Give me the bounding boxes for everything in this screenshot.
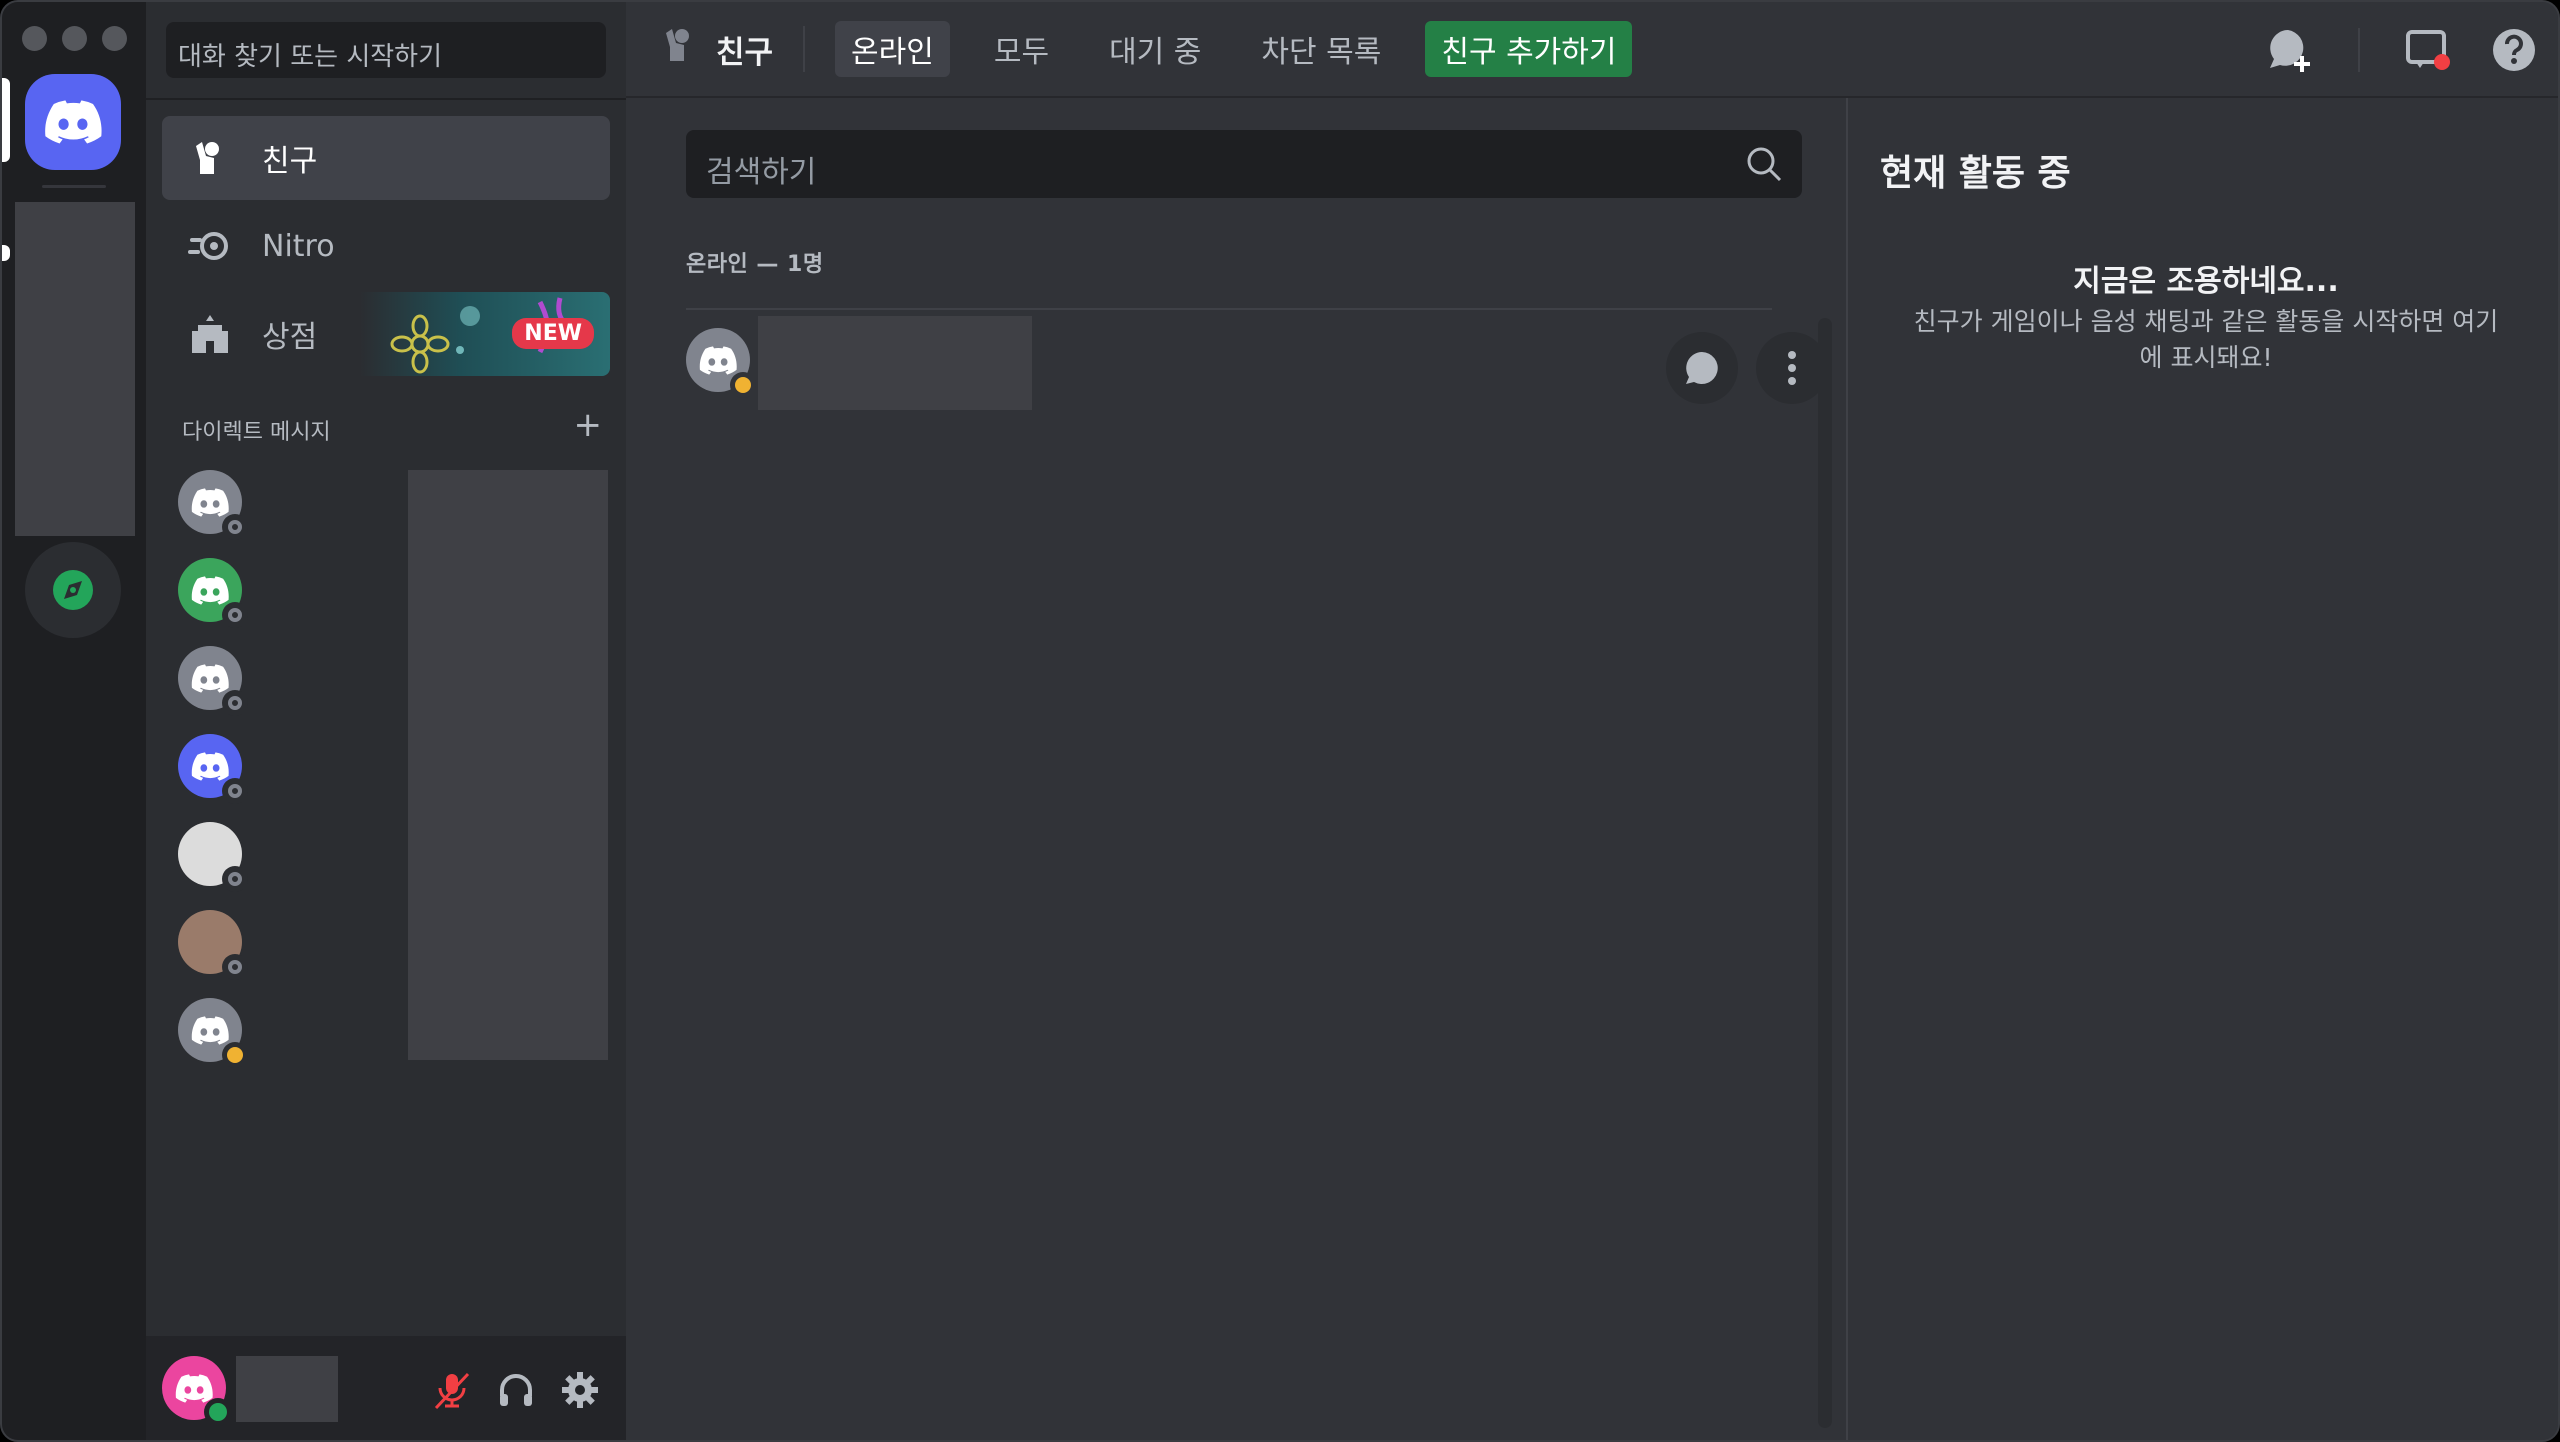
idle-status-icon bbox=[222, 1042, 248, 1068]
offline-status-icon bbox=[222, 778, 248, 804]
empty-state-title: 지금은 조용하네요... bbox=[2073, 264, 2339, 299]
friends-wave-icon bbox=[188, 136, 232, 180]
inbox-icon bbox=[2406, 30, 2450, 70]
friend-row[interactable] bbox=[686, 314, 1828, 424]
shop-icon bbox=[188, 312, 232, 356]
nav-nitro-label: Nitro bbox=[262, 228, 335, 264]
new-group-dm-icon bbox=[2270, 30, 2310, 72]
friend-search-placeholder: 검색하기 bbox=[706, 155, 817, 190]
friend-name-redacted bbox=[758, 316, 1032, 410]
discover-button[interactable] bbox=[25, 542, 121, 638]
help-icon bbox=[2493, 29, 2535, 71]
dm-sidebar: 대화 찾기 또는 시작하기 친구 Nitro 상점 NEW 다이렉트 메시지 + bbox=[146, 2, 626, 1440]
message-button[interactable] bbox=[1666, 332, 1738, 404]
deafen-button[interactable] bbox=[492, 1366, 540, 1414]
add-friend-button[interactable]: 친구 추가하기 bbox=[1425, 21, 1633, 77]
window-controls bbox=[22, 26, 127, 51]
topbar-separator bbox=[2358, 28, 2360, 72]
unread-indicator bbox=[2, 245, 10, 261]
minimize-window-button[interactable] bbox=[62, 26, 87, 51]
offline-status-icon bbox=[222, 866, 248, 892]
nitro-icon bbox=[188, 224, 232, 268]
zoom-window-button[interactable] bbox=[102, 26, 127, 51]
new-group-dm-button[interactable] bbox=[2262, 22, 2318, 78]
discord-logo-icon bbox=[191, 575, 229, 605]
dm-avatar[interactable] bbox=[178, 822, 248, 892]
online-status-icon bbox=[204, 1398, 232, 1426]
offline-status-icon bbox=[222, 514, 248, 540]
nav-item-friends[interactable]: 친구 bbox=[162, 116, 610, 200]
nav-item-shop[interactable]: 상점 NEW bbox=[162, 292, 610, 376]
discord-logo-icon bbox=[45, 100, 102, 144]
headphones-icon bbox=[500, 1374, 532, 1406]
discord-window: 대화 찾기 또는 시작하기 친구 Nitro 상점 NEW 다이렉트 메시지 +… bbox=[0, 0, 2560, 1442]
page-title: 친구 bbox=[660, 25, 773, 73]
friends-topbar: 친구 온라인 모두 대기 중 차단 목록 친구 추가하기 bbox=[626, 2, 2558, 98]
tab-blocked[interactable]: 차단 목록 bbox=[1245, 21, 1397, 77]
home-button[interactable] bbox=[25, 74, 121, 170]
server-rail bbox=[2, 2, 146, 1440]
offline-status-icon bbox=[222, 690, 248, 716]
discord-logo-icon bbox=[175, 1373, 213, 1403]
discord-logo-icon bbox=[191, 663, 229, 693]
tab-all[interactable]: 모두 bbox=[978, 21, 1065, 77]
nav-item-nitro[interactable]: Nitro bbox=[162, 204, 610, 288]
scrollbar[interactable] bbox=[1818, 318, 1832, 1428]
nav-shop-label: 상점 bbox=[262, 320, 318, 355]
friends-wave-icon bbox=[660, 25, 700, 73]
tab-online[interactable]: 온라인 bbox=[835, 21, 950, 77]
dm-avatar[interactable] bbox=[178, 558, 248, 628]
idle-status-icon bbox=[730, 372, 756, 398]
empty-state-description: 친구가 게임이나 음성 채팅과 같은 활동을 시작하면 여기에 표시돼요! bbox=[1913, 307, 2499, 372]
chat-bubble-icon bbox=[1686, 352, 1718, 384]
list-divider bbox=[686, 308, 1772, 310]
help-button[interactable] bbox=[2486, 22, 2542, 78]
active-now-panel: 현재 활동 중 지금은 조용하네요... 친구가 게임이나 음성 채팅과 같은 … bbox=[1846, 98, 2558, 1440]
dm-avatar[interactable] bbox=[178, 998, 248, 1068]
friend-search-input[interactable]: 검색하기 bbox=[686, 130, 1802, 198]
offline-status-icon bbox=[222, 954, 248, 980]
dm-avatar[interactable] bbox=[178, 734, 248, 804]
discord-logo-icon bbox=[191, 1015, 229, 1045]
sidebar-divider bbox=[146, 98, 626, 100]
online-count-label: 온라인 — 1명 bbox=[686, 252, 824, 277]
discord-logo-icon bbox=[191, 487, 229, 517]
offline-status-icon bbox=[222, 602, 248, 628]
microphone-muted-icon bbox=[434, 1372, 470, 1410]
mute-button[interactable] bbox=[428, 1366, 476, 1414]
shop-promo-banner: NEW bbox=[360, 292, 610, 376]
discord-logo-icon bbox=[191, 751, 229, 781]
dm-avatar[interactable] bbox=[178, 646, 248, 716]
server-list-redacted[interactable] bbox=[15, 202, 135, 536]
active-now-title: 현재 활동 중 bbox=[1880, 153, 2071, 194]
active-indicator bbox=[2, 78, 10, 162]
nav-friends-label: 친구 bbox=[262, 144, 318, 179]
tab-pending[interactable]: 대기 중 bbox=[1093, 21, 1217, 77]
topbar-divider bbox=[803, 26, 806, 72]
page-title-label: 친구 bbox=[716, 34, 774, 71]
friend-avatar[interactable] bbox=[686, 328, 756, 398]
dm-avatar[interactable] bbox=[178, 470, 248, 540]
close-window-button[interactable] bbox=[22, 26, 47, 51]
more-vertical-icon bbox=[1788, 351, 1796, 385]
user-avatar[interactable] bbox=[162, 1356, 232, 1426]
dm-avatar[interactable] bbox=[178, 910, 248, 980]
inbox-button[interactable] bbox=[2400, 22, 2456, 78]
gear-icon bbox=[562, 1372, 598, 1408]
user-panel bbox=[146, 1336, 626, 1440]
rail-separator bbox=[42, 185, 106, 188]
user-settings-button[interactable] bbox=[556, 1366, 604, 1414]
search-icon bbox=[1744, 144, 1784, 192]
topbar-actions bbox=[2212, 22, 2542, 78]
friends-main: 검색하기 온라인 — 1명 bbox=[626, 98, 1846, 1440]
dm-section-header: 다이렉트 메시지 + bbox=[182, 408, 603, 446]
new-badge: NEW bbox=[512, 318, 594, 349]
dm-names-redacted[interactable] bbox=[408, 470, 608, 1060]
discord-logo-icon bbox=[699, 345, 737, 375]
create-dm-button[interactable]: + bbox=[574, 408, 603, 446]
compass-icon bbox=[53, 570, 93, 610]
username-redacted[interactable] bbox=[236, 1356, 338, 1422]
dm-header-label: 다이렉트 메시지 bbox=[182, 420, 331, 445]
conversation-search-input[interactable]: 대화 찾기 또는 시작하기 bbox=[166, 22, 606, 78]
